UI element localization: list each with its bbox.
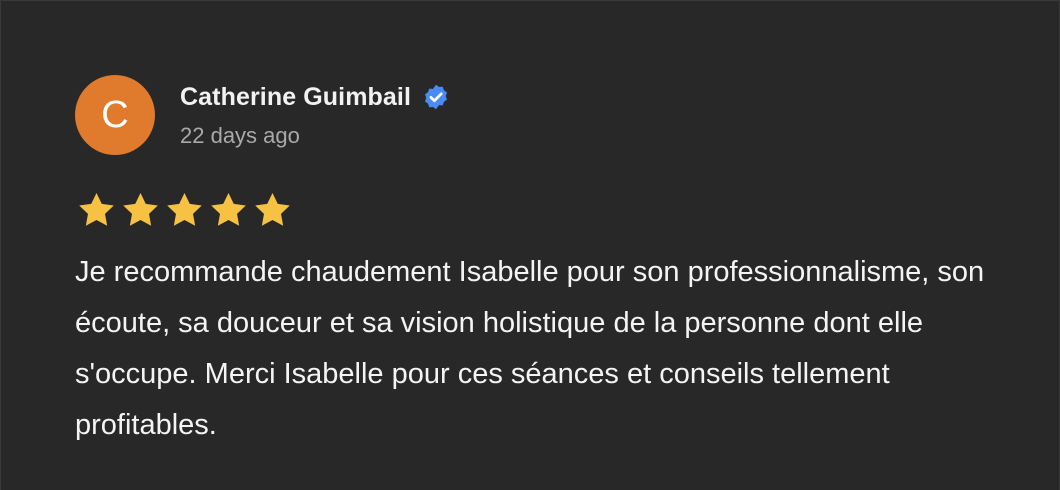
avatar-initial: C bbox=[101, 93, 129, 136]
star-icon bbox=[207, 189, 250, 232]
star-icon bbox=[251, 189, 294, 232]
review-text: Je recommande chaudement Isabelle pour s… bbox=[75, 256, 985, 441]
avatar[interactable]: C bbox=[75, 75, 155, 155]
author-row: Catherine Guimbail bbox=[180, 79, 450, 115]
review-time: 22 days ago bbox=[180, 123, 300, 148]
review-card: C Catherine Guimbail 22 days ago Je reco… bbox=[0, 0, 1060, 490]
author-name[interactable]: Catherine Guimbail bbox=[180, 83, 411, 112]
star-rating bbox=[75, 189, 294, 232]
verified-badge-icon bbox=[422, 83, 450, 111]
star-icon bbox=[119, 189, 162, 232]
star-icon bbox=[75, 189, 118, 232]
star-icon bbox=[163, 189, 206, 232]
